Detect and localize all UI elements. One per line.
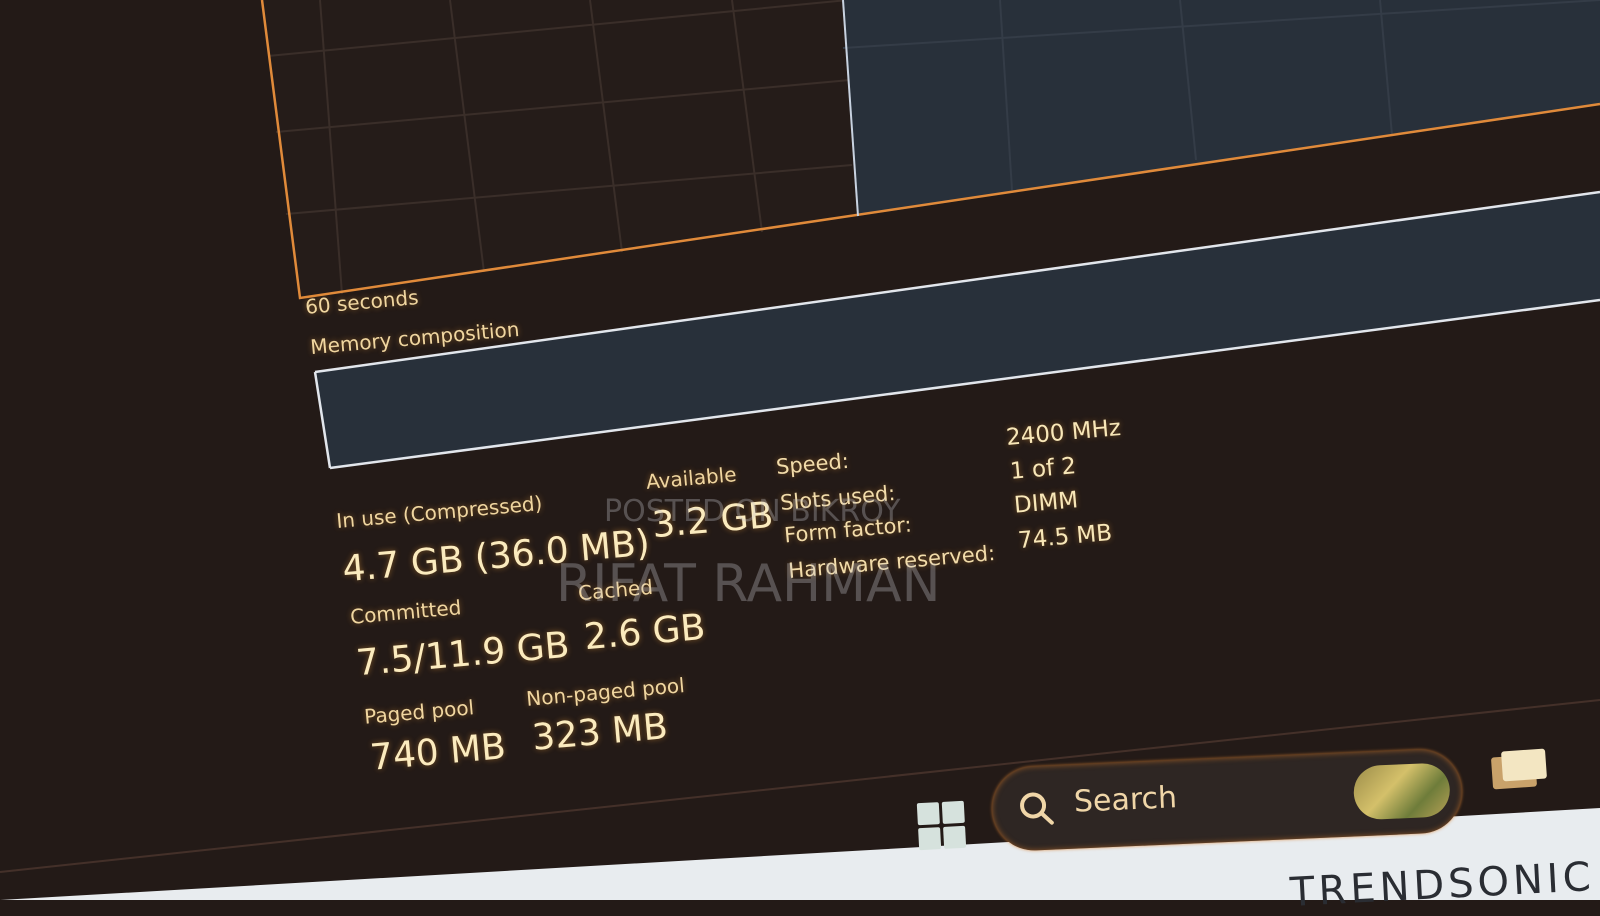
folder-icon[interactable] (1490, 748, 1548, 792)
watermark-author: RIFAT RAHMAN (556, 554, 941, 614)
windows-logo-icon[interactable] (916, 800, 967, 851)
form-factor-value: DIMM (1012, 487, 1080, 519)
watermark-posted-on: POSTED ON BIKROY (604, 494, 901, 529)
task-manager-memory-view: 60 seconds Memory composition In use (Co… (0, 0, 1600, 916)
search-icon (1020, 792, 1054, 825)
search-highlight-image (1352, 762, 1451, 821)
search-label: Search (1073, 780, 1178, 820)
